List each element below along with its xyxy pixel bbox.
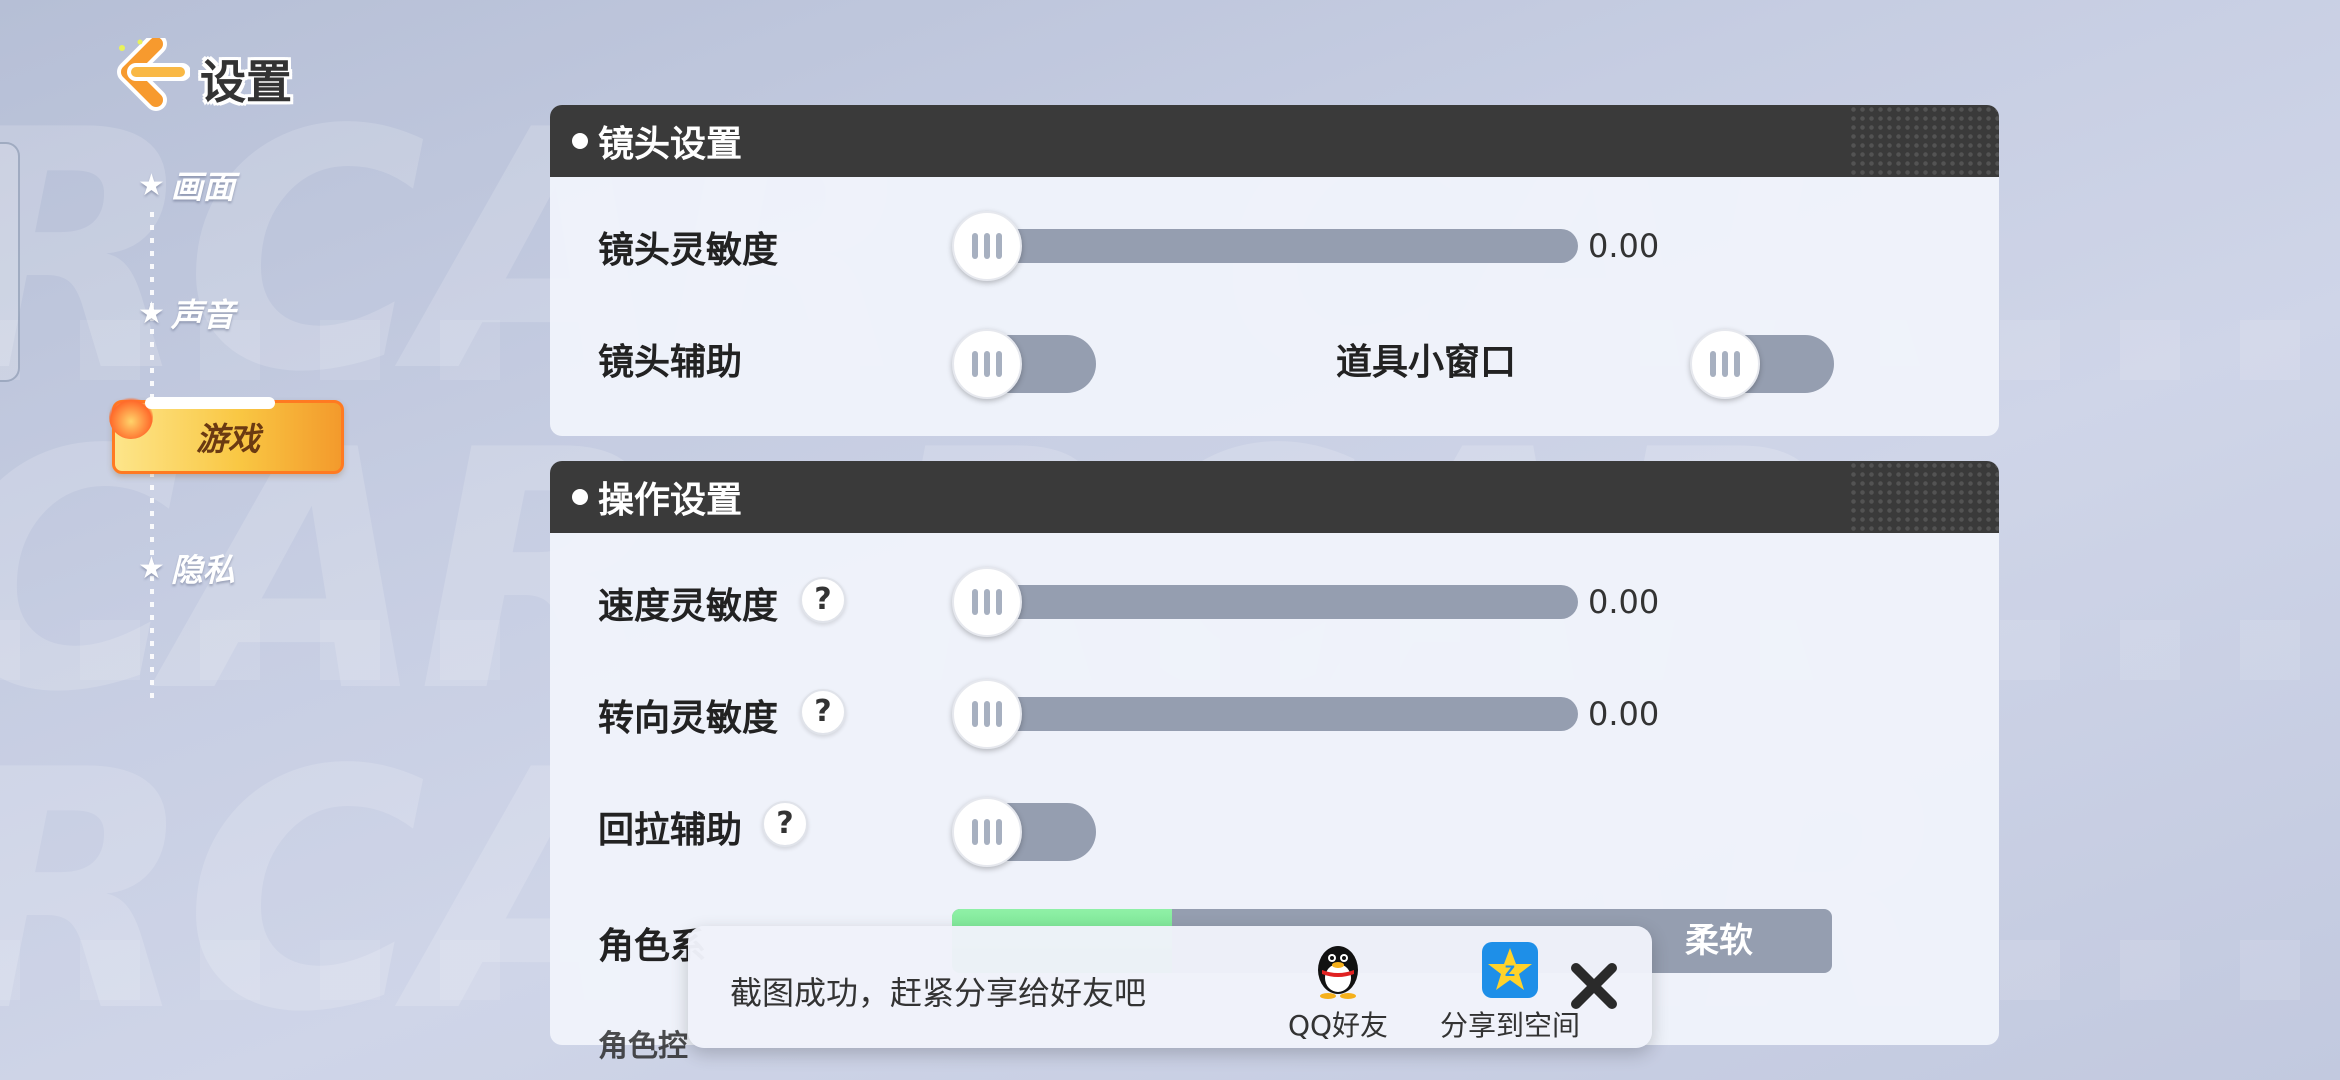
camera-assist-toggle[interactable] [952, 329, 1096, 399]
camera-sensitivity-slider[interactable] [972, 229, 1578, 263]
qq-penguin-icon [1308, 940, 1368, 1000]
pullback-assist-label: 回拉辅助 [598, 810, 743, 851]
bullet-icon [572, 133, 588, 149]
highlight-cap [145, 397, 275, 409]
speed-sensitivity-label: 速度灵敏度 [598, 586, 779, 627]
item-window-label: 道具小窗口 [1336, 342, 1517, 383]
slider-handle[interactable] [952, 567, 1022, 637]
speed-sensitivity-slider[interactable] [972, 585, 1578, 619]
nav-item-game[interactable]: 游戏 [109, 395, 344, 474]
nav-item-privacy[interactable]: ★ 隐私 [138, 545, 235, 591]
back-arrow-icon[interactable] [108, 33, 191, 120]
star-icon: ★ [138, 295, 165, 331]
next-row-label-partial: 角色控 [598, 1029, 688, 1064]
help-icon[interactable]: ? [800, 577, 846, 623]
camera-sensitivity-value: 0.00 [1588, 227, 1660, 265]
help-icon[interactable]: ? [762, 801, 808, 847]
panel-header: 操作设置 [550, 461, 1999, 533]
panel-title: 镜头设置 [598, 124, 743, 165]
toggle-handle[interactable] [952, 797, 1022, 867]
panel-title: 操作设置 [598, 480, 743, 521]
camera-assist-label: 镜头辅助 [598, 342, 743, 383]
nav-item-display[interactable]: ★ 画面 [138, 162, 235, 208]
nav-item-label: 声音 [170, 296, 235, 334]
steer-sensitivity-value: 0.00 [1588, 695, 1660, 733]
bullet-icon [572, 489, 588, 505]
slider-handle[interactable] [952, 211, 1022, 281]
share-qzone-label: 分享到空间 [1440, 1009, 1581, 1042]
nav-item-label: 游戏 [195, 420, 260, 458]
segment-option-soft[interactable]: 柔软 [1685, 909, 1753, 973]
toggle-handle[interactable] [1690, 329, 1760, 399]
speed-sensitivity-value: 0.00 [1588, 583, 1660, 621]
nav-item-label: 隐私 [170, 551, 235, 589]
item-window-toggle[interactable] [1690, 329, 1834, 399]
steer-sensitivity-slider[interactable] [972, 697, 1578, 731]
toggle-handle[interactable] [952, 329, 1022, 399]
page-title: 设置 [200, 55, 292, 109]
nav-item-label: 画面 [170, 168, 235, 206]
share-qzone-button[interactable]: Z 分享到空间 [1440, 940, 1580, 1044]
camera-sensitivity-label: 镜头灵敏度 [598, 230, 779, 271]
slider-handle[interactable] [952, 679, 1022, 749]
page-header: 设置 [108, 33, 292, 120]
close-icon[interactable] [1564, 956, 1624, 1016]
help-icon[interactable]: ? [800, 689, 846, 735]
panel-body: 镜头灵敏度 0.00 镜头辅助 道具小窗口 [550, 177, 1999, 436]
steer-sensitivity-label: 转向灵敏度 [598, 698, 779, 739]
toast-message: 截图成功，赶紧分享给好友吧 [730, 974, 1147, 1012]
side-rail-handle[interactable] [0, 142, 20, 382]
star-icon: ★ [138, 550, 165, 586]
screenshot-share-toast: 截图成功，赶紧分享给好友吧 QQ好友 Z 分享到空间 [688, 926, 1652, 1048]
star-icon: ★ [138, 167, 165, 203]
share-qq-button[interactable]: QQ好友 [1268, 940, 1408, 1044]
camera-settings-panel: 镜头设置 镜头灵敏度 0.00 镜头辅助 道具小窗口 [550, 105, 1999, 436]
qzone-star-icon: Z [1480, 940, 1540, 1000]
nav-item-sound[interactable]: ★ 声音 [138, 290, 235, 336]
share-qq-label: QQ好友 [1287, 1009, 1389, 1042]
panel-header: 镜头设置 [550, 105, 1999, 177]
pullback-assist-toggle[interactable] [952, 797, 1096, 867]
svg-text:Z: Z [1505, 964, 1515, 980]
